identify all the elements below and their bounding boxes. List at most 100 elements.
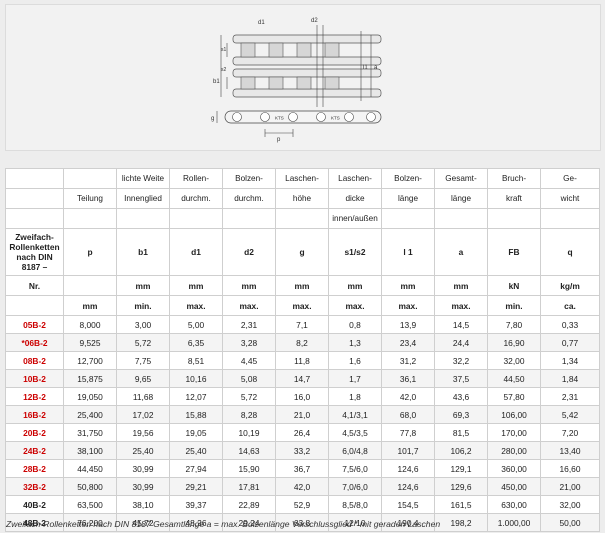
table-cell: 4,45 <box>222 351 276 370</box>
table-cell: 25,40 <box>116 441 170 460</box>
table-cell: 8,5/8,0 <box>328 495 382 514</box>
header-cell: d1 <box>169 228 223 276</box>
table-cell: 101,7 <box>381 441 435 460</box>
table-cell: 17,02 <box>116 405 170 424</box>
header-cell: max. <box>222 295 276 316</box>
table-cell: 36,1 <box>381 369 435 388</box>
table-cell: 1.000,00 <box>487 513 541 532</box>
header-cell <box>5 295 64 316</box>
table-cell: 6,35 <box>169 333 223 352</box>
table-cell: 2,31 <box>540 387 600 406</box>
table-cell: 50,00 <box>540 513 600 532</box>
table-cell: 198,2 <box>434 513 488 532</box>
table-cell: 57,80 <box>487 387 541 406</box>
header-cell: Gesamt- <box>434 168 488 189</box>
label-d1: d1 <box>258 20 265 26</box>
table-cell: 37,5 <box>434 369 488 388</box>
table-cell: 154,5 <box>381 495 435 514</box>
table-row: 08B-2 12,700 7,75 8,51 4,45 11,8 1,6 31,2 32,2 32… <box>5 351 600 370</box>
table-cell: 1,3 <box>328 333 382 352</box>
table-cell: 8,000 <box>63 315 117 334</box>
table-cell: 360,00 <box>487 459 541 478</box>
table-cell: 12,07 <box>169 387 223 406</box>
header-cell <box>487 208 541 229</box>
table-cell: 77,8 <box>381 423 435 442</box>
header-cell: Innenglied <box>116 188 170 209</box>
label-s1: s1 <box>221 47 227 53</box>
header-cell: a <box>434 228 488 276</box>
header-cell: mm <box>328 275 382 296</box>
table-cell: 7,75 <box>116 351 170 370</box>
table-cell: 0,77 <box>540 333 600 352</box>
table-cell: 7,20 <box>540 423 600 442</box>
table-cell: 5,00 <box>169 315 223 334</box>
table-cell: 5,72 <box>116 333 170 352</box>
label-d2: d2 <box>311 18 318 24</box>
chain-number-cell: 08B-2 <box>5 351 64 370</box>
brand-mark-left: KTS <box>275 116 284 121</box>
header-cell: max. <box>434 295 488 316</box>
table-cell: 14,7 <box>275 369 329 388</box>
table-cell: 12,700 <box>63 351 117 370</box>
chain-number-cell: 40B-2 <box>5 495 64 514</box>
header-cell: mm <box>116 275 170 296</box>
table-cell: 63,500 <box>63 495 117 514</box>
table-cell: 7,1 <box>275 315 329 334</box>
table-cell: 44,50 <box>487 369 541 388</box>
header-cell: mm <box>63 295 117 316</box>
header-row: Teilung Innenglied durchm. durchm. höhe dicke… <box>5 188 600 209</box>
label-g: g <box>211 116 214 122</box>
header-cell: Laschen- <box>275 168 329 189</box>
table-cell: 38,100 <box>63 441 117 460</box>
header-cell: länge <box>381 188 435 209</box>
table-cell: 32,00 <box>540 495 600 514</box>
table-cell: 4,1/3,1 <box>328 405 382 424</box>
table-cell: 3,00 <box>116 315 170 334</box>
table-cell: 170,00 <box>487 423 541 442</box>
table-cell: 29,21 <box>169 477 223 496</box>
header-cell: min. <box>116 295 170 316</box>
table-cell: 19,56 <box>116 423 170 442</box>
chain-number-cell: 20B-2 <box>5 423 64 442</box>
chain-number-cell: 28B-2 <box>5 459 64 478</box>
header-cell: durchm. <box>222 188 276 209</box>
table-row: 10B-2 15,875 9,65 10,16 5,08 14,7 1,7 36,1 37,5 4… <box>5 369 600 388</box>
table-cell: 5,72 <box>222 387 276 406</box>
header-cell: max. <box>381 295 435 316</box>
table-cell: 3,28 <box>222 333 276 352</box>
table-cell: 27,94 <box>169 459 223 478</box>
chain-number-cell: 10B-2 <box>5 369 64 388</box>
table-cell: 50,800 <box>63 477 117 496</box>
header-cell: wicht <box>540 188 600 209</box>
header-cell: kg/m <box>540 275 600 296</box>
header-cell <box>5 208 64 229</box>
table-cell: 44,450 <box>63 459 117 478</box>
table-cell: 1,7 <box>328 369 382 388</box>
table-cell: 7,0/6,0 <box>328 477 382 496</box>
table-cell: 14,63 <box>222 441 276 460</box>
table-cell: 280,00 <box>487 441 541 460</box>
table-cell: 21,0 <box>275 405 329 424</box>
table-row: 24B-2 38,100 25,40 25,40 14,63 33,2 6,0/4,8 101… <box>5 441 600 460</box>
table-cell: 2,31 <box>222 315 276 334</box>
table-cell: 161,5 <box>434 495 488 514</box>
chain-technical-drawing: d1 d2 b1 l1 a s1 s2 KTS KTS p g <box>211 18 382 143</box>
table-cell: 7,5/6,0 <box>328 459 382 478</box>
header-row: mm min. max. max. max. max. max. max. min. ca. <box>5 295 600 316</box>
table-cell: 15,875 <box>63 369 117 388</box>
header-cell: Bolzen- <box>222 168 276 189</box>
table-cell: 0,33 <box>540 315 600 334</box>
table-cell: 9,65 <box>116 369 170 388</box>
chain-spec-table-panel: lichte Weite Rollen- Bolzen- Laschen- Lasche… <box>5 168 600 532</box>
table-cell: 7,80 <box>487 315 541 334</box>
header-cell: ca. <box>540 295 600 316</box>
table-row: *06B-2 9,525 5,72 6,35 3,28 8,2 1,3 23,4 24,4 16,… <box>5 333 600 352</box>
brand-mark-right: KTS <box>331 116 340 121</box>
table-cell: 42,0 <box>275 477 329 496</box>
table-cell: 31,750 <box>63 423 117 442</box>
table-cell: 17,81 <box>222 477 276 496</box>
table-cell: 36,7 <box>275 459 329 478</box>
header-cell: lichte Weite <box>116 168 170 189</box>
table-cell: 43,6 <box>434 387 488 406</box>
header-cell: mm <box>381 275 435 296</box>
